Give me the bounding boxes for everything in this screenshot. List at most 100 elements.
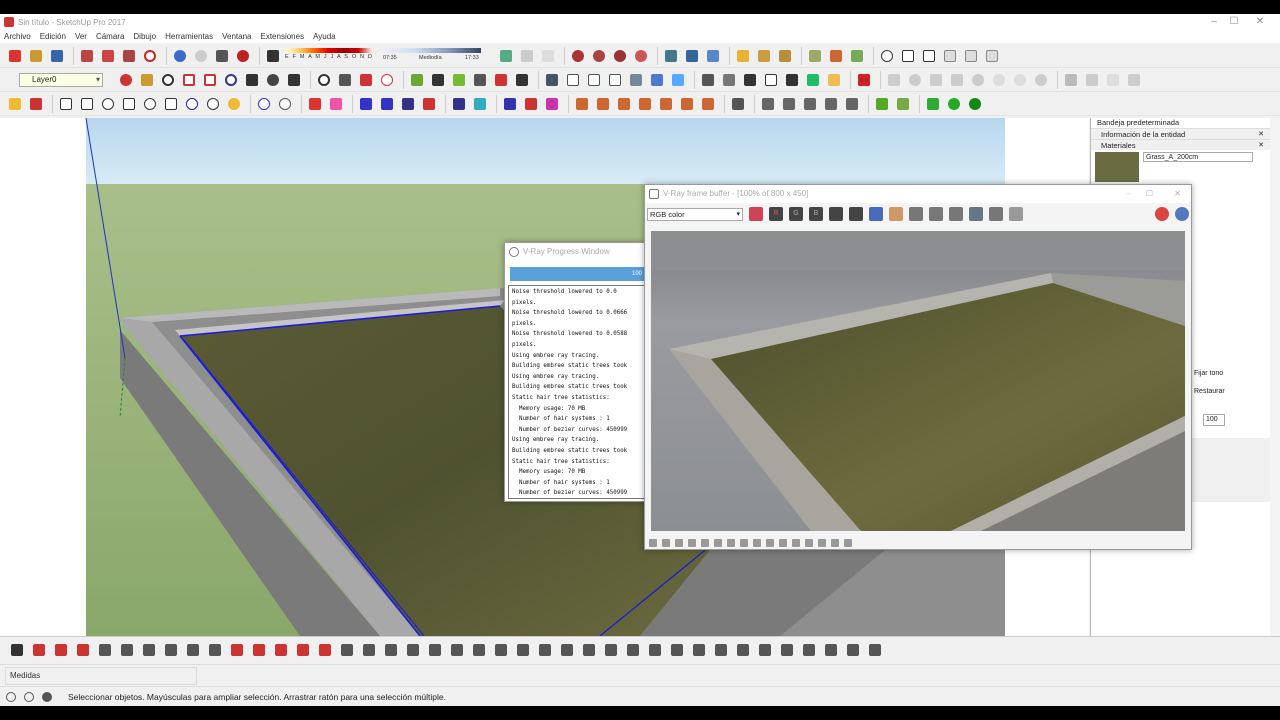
menu-dibujo[interactable]: Dibujo [133,32,156,41]
extrude-d-icon[interactable] [636,95,654,113]
tool-v-icon[interactable] [470,641,487,659]
tool-g-icon[interactable] [140,641,157,659]
extension-icon[interactable] [855,71,873,89]
cube-icon[interactable] [729,95,747,113]
style-xray-icon[interactable] [543,71,561,89]
style-hidden-line-icon[interactable] [606,71,624,89]
vfb-tool-icon[interactable] [701,539,709,547]
vfb-tool-icon[interactable] [844,539,852,547]
shadow-time-slider[interactable]: 07:35 Mediodía 17:33 [383,47,483,64]
section-plane-icon[interactable] [315,71,333,89]
vfb-tool-icon[interactable] [714,539,722,547]
text-icon[interactable] [471,71,489,89]
style-backedges-icon[interactable] [564,71,582,89]
tool-f-icon[interactable] [118,641,135,659]
google-icon[interactable] [804,71,822,89]
plugin-icon[interactable] [827,47,845,65]
extrude-f-icon[interactable] [678,95,696,113]
vfb-tool-icon[interactable] [792,539,800,547]
extrude-e-icon[interactable] [657,95,675,113]
rectangle-icon[interactable] [57,95,75,113]
eraser-tool-icon[interactable] [264,47,282,65]
wall-icon[interactable] [983,47,1001,65]
vray-render-icon[interactable] [569,47,587,65]
rotated-rect-icon[interactable] [78,95,96,113]
flip-icon[interactable] [543,95,561,113]
tool-ac-icon[interactable] [624,641,641,659]
vfb-tool-icon[interactable] [818,539,826,547]
close-icon[interactable]: ✕ [1258,140,1264,151]
tool-ag-icon[interactable] [712,641,729,659]
weld-icon[interactable] [501,95,519,113]
vfb-tool-icon[interactable] [779,539,787,547]
style-wireframe-icon[interactable] [585,71,603,89]
extrude-b-icon[interactable] [594,95,612,113]
solid-split-icon[interactable] [969,71,987,89]
history-icon[interactable] [989,207,1003,221]
tool-w-icon[interactable] [492,641,509,659]
curve-icon[interactable] [225,95,243,113]
draw-line-pink-icon[interactable] [327,95,345,113]
back-edges-icon[interactable] [518,47,536,65]
stop-render-icon[interactable] [1155,207,1169,221]
outer-shell-icon[interactable] [990,71,1008,89]
select-arrow-icon[interactable] [6,95,24,113]
tool-k-icon[interactable] [228,641,245,659]
component-icon[interactable] [734,47,752,65]
circle-tool-icon[interactable] [878,47,896,65]
front-view-icon[interactable] [741,71,759,89]
orbit-icon[interactable] [117,71,135,89]
tool-l-icon[interactable] [250,641,267,659]
circle-icon[interactable] [99,95,117,113]
vfb-tool-icon[interactable] [662,539,670,547]
tool-am-icon[interactable] [844,641,861,659]
subdivide-d-icon[interactable] [822,95,840,113]
tool-z-icon[interactable] [558,641,575,659]
sandbox-icon[interactable] [806,47,824,65]
line-icon[interactable] [408,71,426,89]
tool-m-icon[interactable] [272,641,289,659]
menu-extensiones[interactable]: Extensiones [260,32,304,41]
tool-e-icon[interactable] [96,641,113,659]
menu-herramientas[interactable]: Herramientas [165,32,213,41]
tool-j-icon[interactable] [206,641,223,659]
cut-icon[interactable] [78,47,96,65]
open-file-icon[interactable] [27,47,45,65]
top-view-icon[interactable] [720,71,738,89]
opacity-field[interactable]: 100 [1203,414,1225,426]
home-icon[interactable] [762,71,780,89]
close-button[interactable]: ✕ [1240,14,1280,30]
polygon-icon[interactable] [120,95,138,113]
vfb-tool-icon[interactable] [753,539,761,547]
tray-scrollbar[interactable] [1270,118,1280,636]
rotate-icon[interactable] [683,47,701,65]
axes-icon[interactable] [492,71,510,89]
vfb-tool-icon[interactable] [675,539,683,547]
solid-intersect-icon[interactable] [906,71,924,89]
sphere-icon[interactable] [1011,71,1029,89]
tool-q-icon[interactable] [360,641,377,659]
red-channel-button[interactable]: R [769,207,783,221]
clear-image-icon[interactable] [909,207,923,221]
tool-a-icon[interactable] [8,641,25,659]
protractor-icon[interactable] [378,71,396,89]
grass-icon[interactable] [1125,71,1143,89]
dimension-icon[interactable] [357,71,375,89]
tool-y-icon[interactable] [536,641,553,659]
move-up-icon[interactable] [399,95,417,113]
vray-interactive-icon[interactable] [590,47,608,65]
move-icon[interactable] [662,47,680,65]
menu-ayuda[interactable]: Ayuda [313,32,336,41]
tray-panel-entity-info[interactable]: Información de la entidad ✕ [1091,128,1270,139]
region-render-icon[interactable] [949,207,963,221]
tool-x-icon[interactable] [514,641,531,659]
save-image-icon[interactable] [869,207,883,221]
geo-location-icon[interactable] [924,95,942,113]
compare-icon[interactable] [1009,207,1023,221]
box-icon[interactable] [776,47,794,65]
model-info-icon[interactable] [234,47,252,65]
tool-t-icon[interactable] [426,641,443,659]
style-shaded-textures-icon[interactable] [648,71,666,89]
paint-bucket-icon[interactable] [450,71,468,89]
vfb-tool-icon[interactable] [831,539,839,547]
